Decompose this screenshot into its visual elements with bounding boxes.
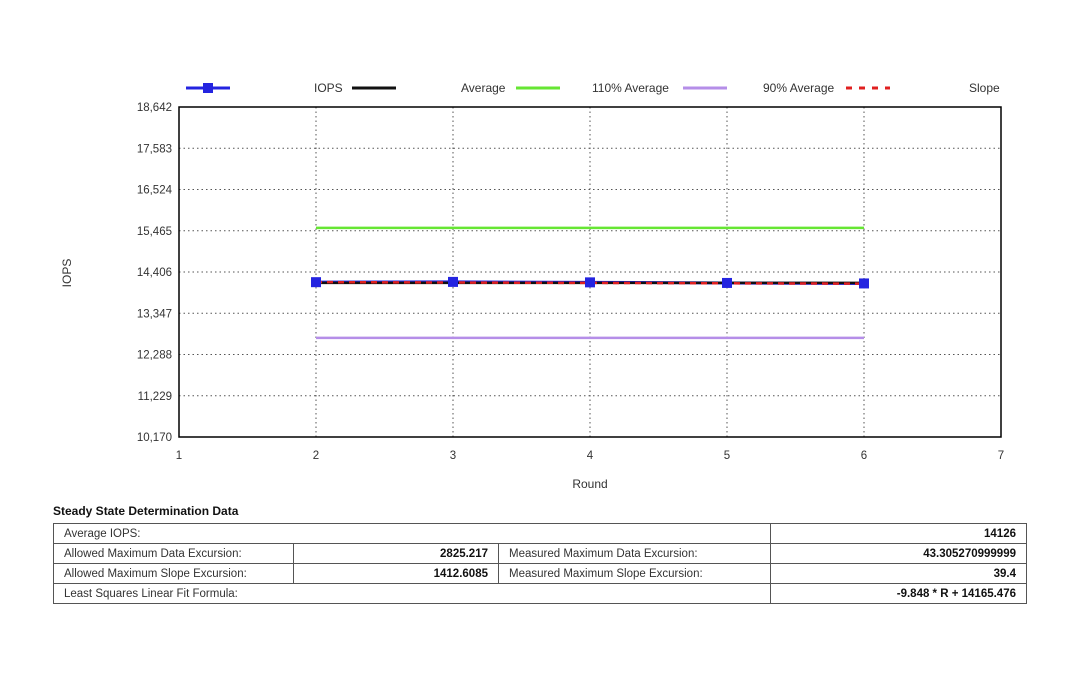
y-tick-label: 18,642 [137,102,172,114]
legend-label-iops: IOPS [314,81,343,95]
y-tick-label: 12,288 [137,350,172,362]
measured-slope-excursion-label: Measured Maximum Slope Excursion: [498,563,771,584]
legend-marker-iops [203,83,213,93]
iops-point [311,277,321,288]
table-row: Least Squares Linear Fit Formula: -9.848… [53,583,1027,604]
y-axis-ticks: 10,170 11,229 12,288 13,347 14,406 15,465 16,5… [137,102,173,444]
x-axis-ticks: 1 2 3 4 5 6 7 [176,450,1004,462]
steady-state-table: Average IOPS: 14126 Allowed Maximum Data… [53,523,1027,604]
y-tick-label: 17,583 [137,143,172,155]
legend-label-slope: Slope [969,81,1000,95]
average-iops-label: Average IOPS: [53,523,771,544]
y-tick-label: 11,229 [138,391,172,403]
x-tick-label: 1 [176,450,182,462]
average-iops-value: 14126 [770,523,1027,544]
chart-grid [179,107,1001,437]
allowed-slope-excursion-value: 1412.6085 [293,563,499,584]
table-row: Allowed Maximum Data Excursion: 2825.217… [53,543,1027,564]
legend-label-90-average: 90% Average [763,81,834,95]
legend-label-110-average: 110% Average [592,81,669,95]
table-row: Allowed Maximum Slope Excursion: 1412.60… [53,563,1027,584]
legend-label-average: Average [461,81,506,95]
allowed-data-excursion-label: Allowed Maximum Data Excursion: [53,543,294,564]
chart-series [311,226,869,340]
steady-state-title: Steady State Determination Data [53,504,239,518]
measured-slope-excursion-value: 39.4 [770,563,1027,584]
iops-point [585,277,595,288]
y-tick-label: 13,347 [137,308,172,320]
iops-point [859,278,869,289]
y-tick-label: 16,524 [137,185,173,197]
x-tick-label: 5 [724,450,730,462]
x-tick-label: 7 [998,450,1004,462]
x-tick-label: 2 [313,450,319,462]
iops-point [722,277,732,288]
y-tick-label: 15,465 [137,226,172,238]
measured-data-excursion-label: Measured Maximum Data Excursion: [498,543,771,564]
y-tick-label: 14,406 [137,267,172,279]
x-tick-label: 4 [587,450,594,462]
allowed-slope-excursion-label: Allowed Maximum Slope Excursion: [53,563,294,584]
iops-chart: IOPS Average 110% Average 90% Average Slope … [60,81,1004,491]
x-axis-label: Round [572,477,607,491]
x-tick-label: 6 [861,450,867,462]
allowed-data-excursion-value: 2825.217 [293,543,499,564]
table-row: Average IOPS: 14126 [53,523,1027,544]
linear-fit-value: -9.848 * R + 14165.476 [770,583,1027,604]
measured-data-excursion-value: 43.305270999999 [770,543,1027,564]
x-tick-label: 3 [450,450,456,462]
chart-legend: IOPS Average 110% Average 90% Average Slope [186,81,1000,95]
y-tick-label: 10,170 [137,432,172,444]
iops-point [448,276,458,287]
y-axis-label: IOPS [60,259,74,288]
linear-fit-label: Least Squares Linear Fit Formula: [53,583,771,604]
